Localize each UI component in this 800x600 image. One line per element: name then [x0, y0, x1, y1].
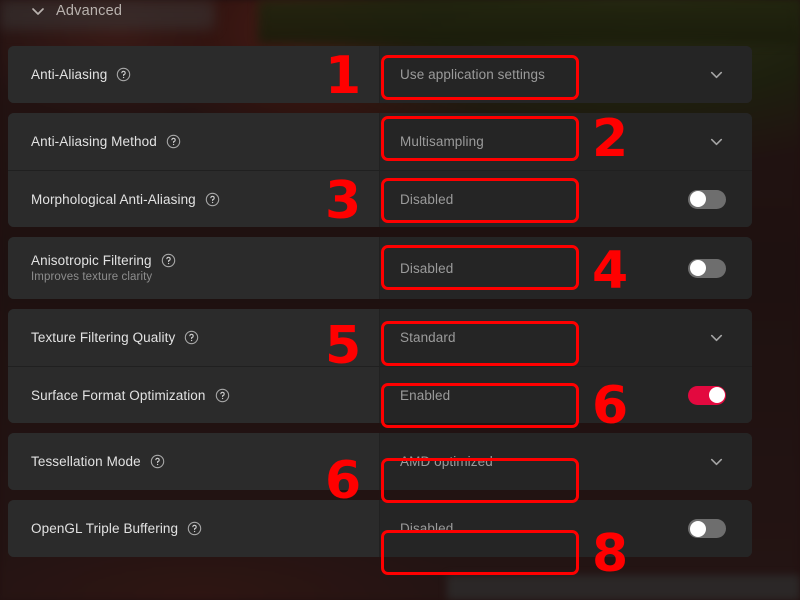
- setting-dropdown[interactable]: AMD optimized: [383, 440, 580, 484]
- setting-value: Multisampling: [400, 134, 484, 149]
- setting-value-column: Disabled: [380, 237, 752, 299]
- help-circle-icon[interactable]: [184, 330, 199, 345]
- setting-value: Standard: [400, 330, 456, 345]
- settings-card: OpenGL Triple Buffering Disabled: [8, 500, 752, 557]
- setting-dropdown[interactable]: Use application settings: [383, 53, 580, 97]
- setting-row: Morphological Anti-Aliasing Disabled: [8, 170, 752, 227]
- setting-value-column: AMD optimized: [380, 433, 752, 490]
- chevron-down-icon[interactable]: [707, 132, 726, 151]
- setting-value-column: Use application settings: [380, 46, 752, 103]
- setting-label-column: Texture Filtering Quality: [8, 309, 380, 366]
- setting-label: Anisotropic Filtering: [31, 253, 152, 268]
- setting-value: Disabled: [400, 521, 454, 536]
- setting-sublabel: Improves texture clarity: [31, 271, 153, 283]
- setting-label-line: Texture Filtering Quality: [31, 330, 379, 345]
- help-circle-icon[interactable]: [161, 253, 176, 268]
- setting-label-line: Anisotropic Filtering: [31, 253, 379, 268]
- setting-value: Disabled: [400, 191, 454, 207]
- setting-dropdown[interactable]: Standard: [383, 316, 580, 360]
- setting-label-line: Anti-Aliasing Method: [31, 134, 379, 149]
- setting-label-line: OpenGL Triple Buffering: [31, 521, 379, 536]
- amd-adrenalin-graphics-advanced-panel: Advanced Anti-Aliasing Use application se…: [0, 0, 800, 600]
- setting-value: Disabled: [400, 260, 454, 276]
- setting-row: Anti-Aliasing Method Multisampling: [8, 113, 752, 170]
- help-circle-icon[interactable]: [215, 388, 230, 403]
- help-circle-icon[interactable]: [205, 192, 220, 207]
- chevron-down-icon: [30, 3, 46, 19]
- setting-value-display[interactable]: Disabled: [383, 246, 580, 290]
- settings-card: Anti-Aliasing Method Multisampling Morphol…: [8, 113, 752, 227]
- setting-toggle-off[interactable]: [688, 189, 726, 209]
- setting-label: OpenGL Triple Buffering: [31, 521, 179, 536]
- setting-toggle-off[interactable]: [688, 258, 726, 278]
- setting-row: Anti-Aliasing Use application settings: [8, 46, 752, 103]
- setting-label-column: Morphological Anti-Aliasing: [8, 171, 380, 227]
- help-circle-icon[interactable]: [150, 454, 165, 469]
- setting-label: Surface Format Optimization: [31, 387, 206, 403]
- help-circle-icon[interactable]: [166, 134, 181, 149]
- setting-label: Anti-Aliasing Method: [31, 134, 157, 149]
- setting-label-column: Tessellation Mode: [8, 433, 380, 490]
- setting-label-column: OpenGL Triple Buffering: [8, 500, 380, 557]
- settings-card: Texture Filtering Quality Standard Surface…: [8, 309, 752, 423]
- setting-value-display[interactable]: Disabled: [383, 507, 580, 551]
- setting-label: Tessellation Mode: [31, 454, 141, 469]
- setting-value: AMD optimized: [400, 454, 493, 469]
- setting-value: Use application settings: [400, 67, 545, 82]
- setting-row: Anisotropic Filtering Improves texture cl…: [8, 237, 752, 299]
- settings-card: Anti-Aliasing Use application settings: [8, 46, 752, 103]
- setting-value-display[interactable]: Disabled: [383, 177, 580, 221]
- settings-list: Anti-Aliasing Use application settings Ant…: [8, 46, 752, 557]
- help-circle-icon[interactable]: [187, 521, 202, 536]
- setting-row: Surface Format Optimization Enabled: [8, 366, 752, 423]
- setting-label-line: Tessellation Mode: [31, 454, 379, 469]
- setting-label: Anti-Aliasing: [31, 67, 108, 82]
- setting-label-column: Anisotropic Filtering Improves texture cl…: [8, 237, 380, 299]
- chevron-down-icon[interactable]: [707, 452, 726, 471]
- setting-label-column: Surface Format Optimization: [8, 367, 380, 423]
- setting-label: Morphological Anti-Aliasing: [31, 191, 196, 207]
- chevron-down-icon[interactable]: [707, 65, 726, 84]
- setting-label: Texture Filtering Quality: [31, 330, 176, 345]
- setting-label-line: Anti-Aliasing: [31, 67, 379, 82]
- setting-dropdown[interactable]: Multisampling: [383, 120, 580, 164]
- setting-label-line: Morphological Anti-Aliasing: [31, 192, 379, 207]
- settings-card: Anisotropic Filtering Improves texture cl…: [8, 237, 752, 299]
- help-circle-icon[interactable]: [116, 67, 131, 82]
- setting-label-column: Anti-Aliasing Method: [8, 113, 380, 170]
- setting-value-column: Standard: [380, 309, 752, 366]
- chevron-down-icon[interactable]: [707, 328, 726, 347]
- setting-label-line: Surface Format Optimization: [31, 388, 379, 403]
- setting-toggle-off[interactable]: [688, 519, 726, 538]
- setting-row: Tessellation Mode AMD optimized: [8, 433, 752, 490]
- setting-value-display[interactable]: Enabled: [383, 373, 580, 417]
- blurred-background-topbar: [258, 0, 800, 44]
- toggle-knob: [689, 260, 706, 276]
- setting-value-column: Disabled: [380, 500, 752, 557]
- toggle-knob: [708, 387, 725, 403]
- toggle-knob: [689, 520, 706, 537]
- advanced-section-header[interactable]: Advanced: [0, 0, 122, 22]
- setting-toggle-on[interactable]: [688, 385, 726, 405]
- blurred-background-bottom-strip: [447, 575, 800, 600]
- settings-card: Tessellation Mode AMD optimized: [8, 433, 752, 490]
- toggle-knob: [689, 191, 706, 207]
- setting-value-column: Enabled: [380, 367, 752, 423]
- setting-value-column: Disabled: [380, 171, 752, 227]
- setting-value-column: Multisampling: [380, 113, 752, 170]
- setting-label-column: Anti-Aliasing: [8, 46, 380, 103]
- page-title: Advanced: [56, 3, 123, 19]
- setting-row: Texture Filtering Quality Standard: [8, 309, 752, 366]
- setting-row: OpenGL Triple Buffering Disabled: [8, 500, 752, 557]
- setting-value: Enabled: [400, 387, 451, 403]
